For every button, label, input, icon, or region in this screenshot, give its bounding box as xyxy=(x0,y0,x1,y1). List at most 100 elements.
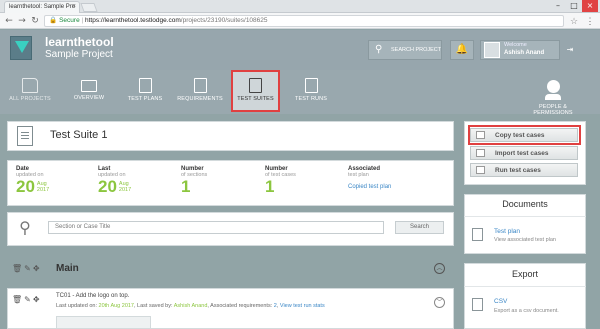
meta-label: , Associated requirements: xyxy=(207,303,273,309)
nav-label: TEST PLANS xyxy=(127,96,163,102)
logout-icon[interactable]: ⇥ xyxy=(562,40,578,60)
documents-heading: Documents xyxy=(502,199,548,209)
magnifier-icon: ⚲ xyxy=(19,218,31,237)
section-search-input[interactable]: Section or Case Title xyxy=(48,221,384,234)
requirements-count-link[interactable]: 2 xyxy=(274,303,277,309)
stat-sublabel: test plan xyxy=(348,172,369,178)
test-case-meta: Last updated on: 20th Aug 2017, Last sav… xyxy=(56,303,325,309)
person-icon xyxy=(546,80,560,93)
reload-icon[interactable]: ↻ xyxy=(29,15,41,27)
nav-test-plans[interactable]: TEST PLANS xyxy=(120,72,170,112)
notifications-bell-icon[interactable]: 🔔 xyxy=(450,40,474,60)
pencil-paper-icon xyxy=(138,78,152,93)
folder-icon xyxy=(22,78,38,93)
nav-requirements[interactable]: REQUIREMENTS xyxy=(174,72,226,112)
forward-icon[interactable]: → xyxy=(16,15,28,27)
test-plan-desc: View associated test plan xyxy=(494,237,556,243)
expand-test-case-icon[interactable]: ﹀ xyxy=(434,297,445,308)
search-button[interactable]: Search xyxy=(395,221,444,234)
bookmark-star-icon[interactable]: ☆ xyxy=(568,15,580,27)
search-icon: ⚲ xyxy=(375,44,383,55)
welcome-label: Welcome xyxy=(504,42,527,48)
new-tab-button[interactable] xyxy=(80,3,98,12)
project-name: Sample Project xyxy=(45,49,113,60)
csv-export-link[interactable]: CSV xyxy=(494,298,507,305)
section-tools: 🗑✎✥ xyxy=(12,264,42,273)
maximize-icon[interactable]: □ xyxy=(566,0,582,12)
csv-export-desc: Export as a csv document. xyxy=(494,308,559,314)
back-icon[interactable]: ← xyxy=(3,15,15,27)
nav-label: REQUIREMENTS xyxy=(177,96,223,102)
move-icon[interactable]: ✥ xyxy=(33,295,42,304)
app-name: learnthetool xyxy=(45,35,114,49)
button-label: Run test cases xyxy=(495,167,541,174)
nav-overview[interactable]: OVERVIEW xyxy=(66,72,112,112)
move-icon[interactable]: ✥ xyxy=(33,264,42,273)
edit-icon[interactable]: ✎ xyxy=(24,295,33,304)
url-path: /projects/23190/suites/108625 xyxy=(180,17,268,24)
monitor-icon xyxy=(81,80,97,92)
checklist-icon xyxy=(304,78,318,93)
page-title: Test Suite 1 xyxy=(50,129,108,141)
stat-number-sections: Number of sections 1 xyxy=(181,166,207,196)
test-case-tools: 🗑✎✥ xyxy=(12,295,42,304)
search-project-button[interactable]: ⚲ SEARCH PROJECT xyxy=(368,40,442,60)
copy-test-cases-button[interactable]: Copy test cases xyxy=(470,128,578,142)
stat-year: 2017 xyxy=(118,187,132,193)
run-test-cases-button[interactable]: Run test cases xyxy=(470,163,578,177)
nav-label: TEST SUITES xyxy=(237,96,274,102)
tab-title: learnthetool: Sample Pro xyxy=(9,4,76,10)
window-controls: – □ × xyxy=(550,0,598,12)
nav-label: ALL PROJECTS xyxy=(9,96,51,102)
search-project-label: SEARCH PROJECT xyxy=(391,47,442,53)
minimize-icon[interactable]: – xyxy=(550,0,566,12)
test-case-detail-strip xyxy=(56,316,151,329)
edit-icon[interactable]: ✎ xyxy=(24,264,33,273)
clipboard-icon xyxy=(249,78,262,93)
view-run-stats-link[interactable]: View test run stats xyxy=(280,303,325,309)
stat-associated-plan: Associated test plan Copied test plan xyxy=(348,166,391,190)
browser-tab[interactable]: learnthetool: Sample Pro × xyxy=(4,1,80,13)
collapse-section-icon[interactable]: ︿ xyxy=(434,263,445,274)
copy-icon xyxy=(476,131,485,139)
divider xyxy=(464,286,586,287)
import-test-cases-button[interactable]: Import test cases xyxy=(470,146,578,160)
nav-label: TEST RUNS xyxy=(295,96,327,102)
secure-label: Secure xyxy=(59,17,80,24)
trash-icon[interactable]: 🗑 xyxy=(12,295,24,304)
trash-icon[interactable]: 🗑 xyxy=(12,264,24,273)
close-window-icon[interactable]: × xyxy=(582,0,598,12)
section-title: Main xyxy=(56,263,79,274)
run-icon xyxy=(476,166,485,174)
associated-plan-link[interactable]: Copied test plan xyxy=(348,184,391,190)
test-suite-icon xyxy=(17,126,33,146)
document-icon xyxy=(193,78,207,93)
divider xyxy=(464,216,586,217)
stat-day: 20 xyxy=(98,177,117,196)
stat-value: 1 xyxy=(181,177,191,196)
nav-test-suites[interactable]: TEST SUITES xyxy=(231,70,280,112)
nav-test-runs[interactable]: TEST RUNS xyxy=(286,72,336,112)
test-case-title[interactable]: TC01 - Add the logo on top. xyxy=(56,293,129,299)
nav-people-permissions[interactable]: PEOPLE & PERMISSIONS xyxy=(524,76,582,116)
testlodge-logo[interactable] xyxy=(10,36,32,60)
browser-menu-icon[interactable]: ⋮ xyxy=(584,15,596,27)
test-plan-link[interactable]: Test plan xyxy=(494,228,520,235)
meta-label: , Last saved by: xyxy=(134,303,173,309)
export-heading: Export xyxy=(511,269,538,279)
document-icon xyxy=(472,228,483,241)
stat-date-updated: Date updated on 20 Aug 2017 xyxy=(16,166,49,196)
url-field[interactable]: 🔒 Secure | https://learnthetool.testlodge… xyxy=(44,15,564,27)
meta-saved-by: Ashish Anand xyxy=(173,303,208,309)
button-label: Import test cases xyxy=(495,150,549,157)
nav-label: OVERVIEW xyxy=(73,95,105,101)
lock-icon: 🔒 xyxy=(49,17,58,24)
nav-all-projects[interactable]: ALL PROJECTS xyxy=(8,72,52,112)
url-host: https://learnthetool.testlodge.com xyxy=(85,17,181,24)
meta-updated-date: 20th Aug 2017 xyxy=(98,303,134,309)
stat-year: 2017 xyxy=(36,187,50,193)
tab-close-icon[interactable]: × xyxy=(72,3,76,10)
user-name: Ashish Anand xyxy=(504,50,545,56)
import-icon xyxy=(476,149,485,157)
stat-value: 1 xyxy=(265,177,275,196)
